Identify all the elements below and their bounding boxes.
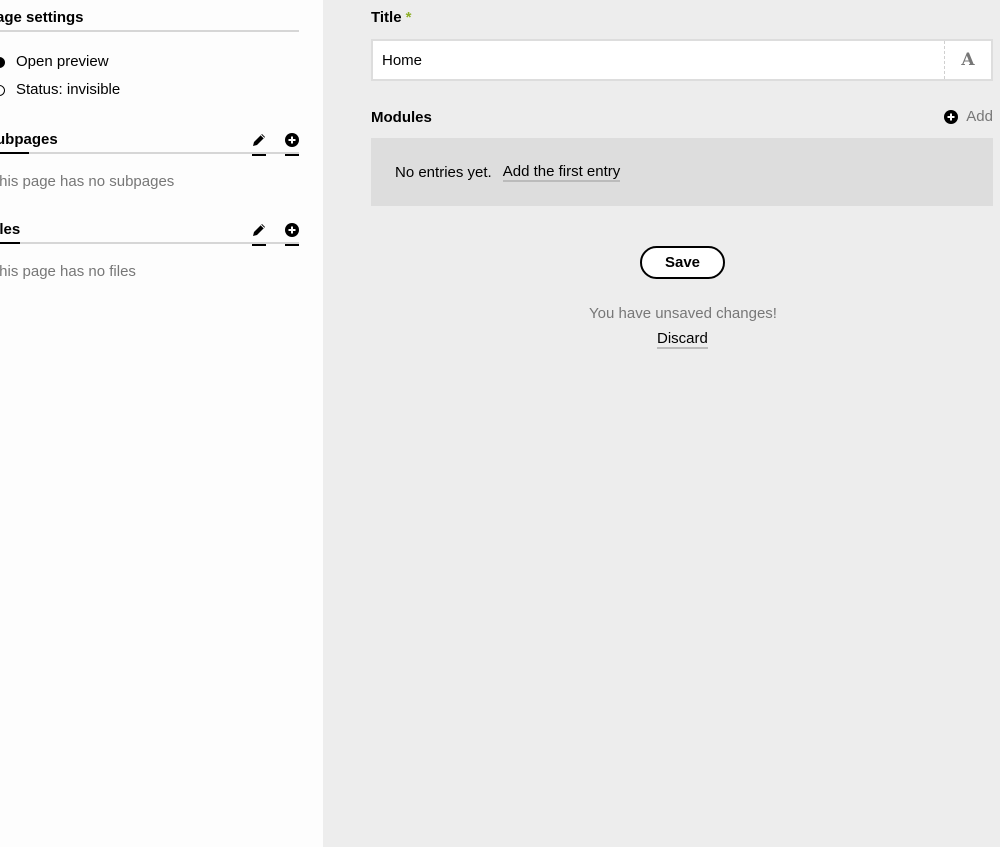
status-circle-icon [0,84,5,96]
required-marker: * [405,9,412,26]
open-preview-label: Open preview [16,53,109,70]
page-settings-header: Page settings [0,8,299,32]
files-header: Files [0,220,299,246]
subpages-edit-button[interactable] [252,130,266,156]
files-edit-button[interactable] [252,220,266,246]
modules-add-label: Add [966,108,993,125]
sidebar: Page settings Open preview Status: invis… [0,0,323,847]
preview-dot-icon [0,56,5,68]
title-field: A [371,39,993,81]
save-button[interactable]: Save [640,246,725,279]
discard-link[interactable]: Discard [657,330,708,349]
pencil-icon [253,134,265,146]
modules-add-button[interactable]: Add [944,108,993,125]
subpages-title: Subpages [0,131,58,148]
status-toggle[interactable]: Status: invisible [0,81,120,99]
unsaved-changes-message: You have unsaved changes! [589,305,777,322]
subpages-empty-text: This page has no subpages [0,173,175,190]
files-title: Files [0,221,21,238]
files-empty-text: This page has no files [0,263,136,280]
title-label-text: Title [371,9,402,26]
main-panel: Title* A Modules Add No entries yet. Add… [323,0,1000,847]
modules-empty-text: No entries yet. [395,163,492,181]
title-field-label: Title * [371,9,411,26]
modules-empty-box: No entries yet. Add the first entry [371,138,993,206]
status-label: Status: invisible [16,81,121,98]
open-preview-link[interactable]: Open preview [0,53,109,71]
add-first-entry-link[interactable]: Add the first entry [502,163,621,182]
title-input[interactable] [373,41,944,79]
files-underline [0,242,20,244]
plus-circle-icon [285,223,299,237]
files-add-button[interactable] [285,220,299,246]
plus-circle-icon [944,109,959,124]
pencil-icon [253,224,265,236]
modules-label: Modules [371,109,432,126]
font-icon[interactable]: A [944,41,991,79]
subpages-underline [0,152,29,154]
subpages-add-button[interactable] [285,130,299,156]
subpages-header: Subpages [0,130,299,156]
plus-circle-icon [285,133,299,147]
page-settings-title: Page settings [0,9,84,26]
